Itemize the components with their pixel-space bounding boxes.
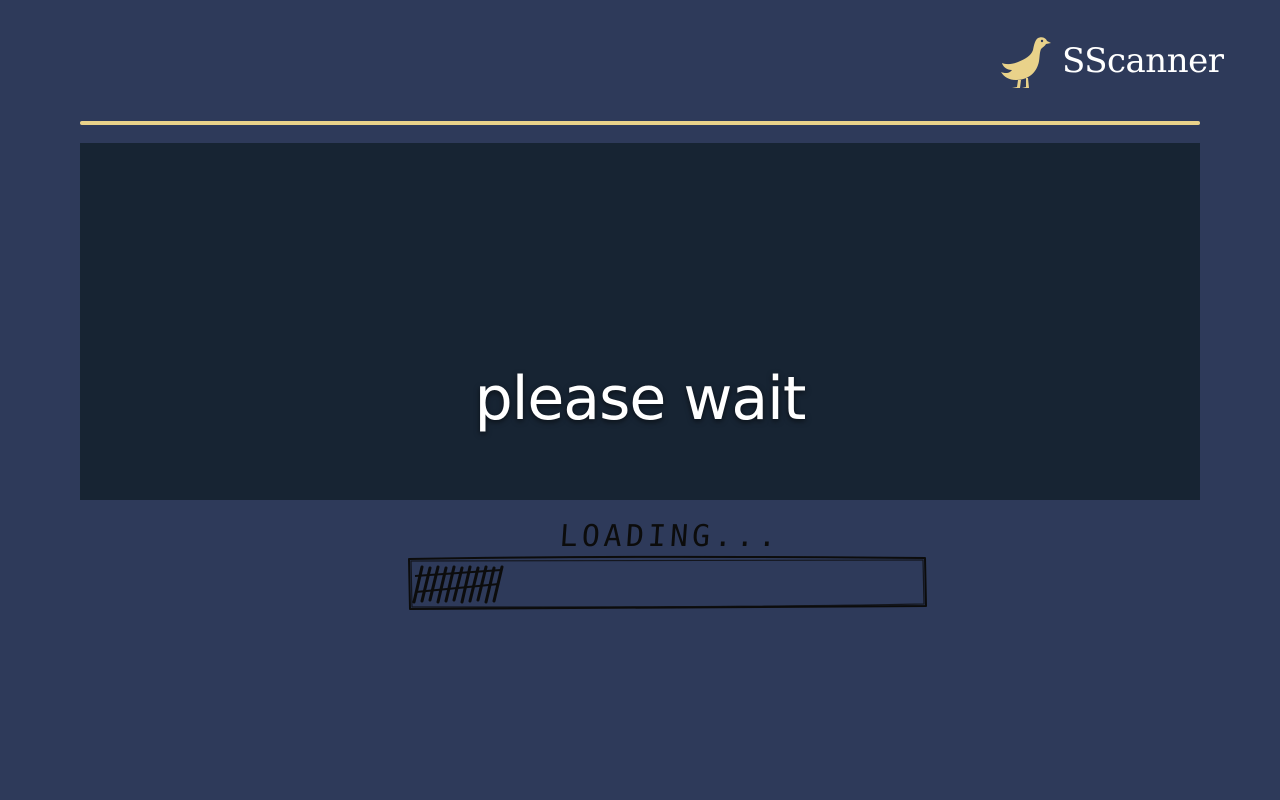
progress-fill bbox=[412, 565, 504, 604]
goose-icon bbox=[1001, 37, 1051, 88]
loading-indicator: LOADING... bbox=[400, 510, 940, 620]
hatch-stroke bbox=[412, 565, 424, 604]
loading-screen: SScanner please wait LOADING... bbox=[0, 0, 1280, 800]
loading-label: LOADING... bbox=[558, 519, 782, 554]
please-wait-text: please wait bbox=[474, 364, 807, 434]
brand-name: SScanner bbox=[1062, 41, 1224, 81]
hatch-stroke bbox=[444, 565, 456, 603]
hatch-stroke bbox=[420, 566, 432, 603]
hatch-stroke bbox=[428, 565, 440, 602]
brand-logo: SScanner bbox=[998, 30, 1228, 92]
progress-bar bbox=[408, 555, 927, 610]
message-panel: please wait bbox=[80, 143, 1200, 500]
header-divider bbox=[80, 121, 1200, 125]
